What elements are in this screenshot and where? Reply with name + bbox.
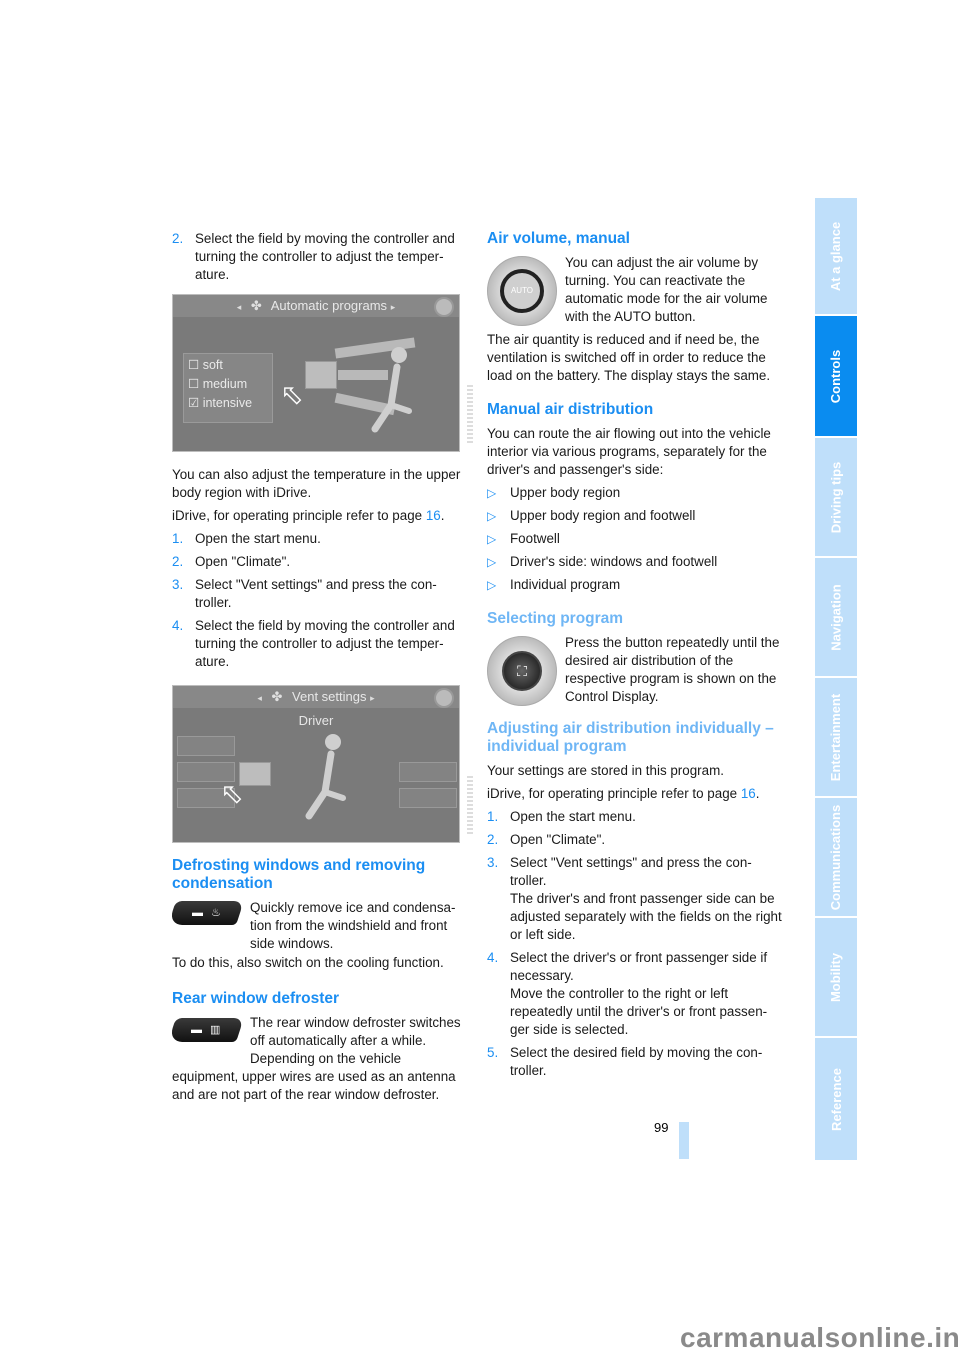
site-watermark: carmanualsonline.info [680, 1322, 960, 1353]
list-item: ▷ Upper body region [487, 485, 621, 500]
option-intensive: ☑ intensive [188, 396, 253, 410]
list-item: ▷ Driver's side: windows and footwell [487, 554, 718, 569]
right-arrow-icon: ▸ [390, 302, 396, 312]
page-marker [679, 1122, 689, 1159]
vent-settings-screenshot: ◂ ✤ Vent settings ▸ Driver ⇧ [172, 685, 473, 843]
paragraph: You can also adjust the temperature in t… [172, 467, 461, 500]
tab-driving-tips[interactable]: Driving tips [815, 438, 857, 556]
fan-icon: ✤ [271, 689, 283, 704]
tab-navigation[interactable]: Navigation [815, 558, 857, 676]
tab-at-a-glance[interactable]: At a glance [815, 198, 857, 314]
step-4: 4. Select the driver's or front passenger… [487, 950, 768, 1037]
selecting-program-section: ⛶ Press the button repeatedly until the … [487, 634, 782, 710]
right-arrow-icon: ▸ [370, 693, 375, 703]
step-5: 5. Select the desired field by moving the… [487, 1045, 763, 1078]
step-1: 1. Open the start menu. [487, 809, 636, 824]
step-1: 1. Open the start menu. [172, 531, 321, 546]
right-column: Air volume, manual AUTO You can adjust t… [487, 230, 782, 1085]
page-link[interactable]: 16 [426, 508, 441, 523]
step-number: 2. [172, 231, 184, 246]
air-volume-knob-icon: AUTO [487, 256, 557, 326]
step-2: 2. Select the field by moving the contro… [172, 230, 462, 284]
image-code [467, 776, 473, 836]
adjusting-heading: Adjusting air distribution individually … [487, 720, 774, 755]
rear-defrost-heading: Rear window defroster [172, 990, 340, 1007]
step-2: 2. Open "Climate". [487, 832, 606, 847]
fan-icon: ✤ [250, 298, 262, 313]
screen-subtitle: Driver [298, 713, 334, 728]
automatic-programs-screenshot: ◂ ✤ Automatic programs ▸ ☐ soft ☐ medium… [172, 294, 473, 452]
step-3: 3. Select "Vent settings" and press the c… [172, 577, 437, 610]
manual-distribution-heading: Manual air distribution [487, 401, 654, 418]
triangle-bullet-icon: ▷ [487, 486, 497, 500]
program-options: ☐ soft ☐ medium ☑ intensive [183, 353, 273, 423]
pointer-arrow-icon: ⇧ [273, 376, 312, 415]
triangle-bullet-icon: ▷ [487, 578, 497, 592]
seat-figure-icon [371, 347, 412, 433]
screen-title: Automatic programs [270, 298, 388, 313]
left-arrow-icon: ◂ [257, 693, 262, 703]
page-reference: iDrive, for operating principle refer to… [172, 508, 445, 523]
rear-defrost-section: ▬ ▥ The rear window defroster switches of… [168, 1014, 462, 1104]
tab-mobility[interactable]: Mobility [815, 918, 857, 1036]
tab-controls[interactable]: Controls [815, 316, 857, 436]
air-volume-text: You can adjust the air volume by turning… [565, 255, 768, 324]
temperature-field [305, 361, 337, 389]
option-medium: ☐ medium [188, 377, 248, 391]
selecting-program-heading: Selecting program [487, 610, 624, 627]
list-item: ▷ Upper body region and footwell [487, 508, 696, 523]
screen-header: ◂ ✤ Vent settings ▸ [173, 686, 459, 708]
screen-header: ◂ ✤ Automatic programs ▸ [173, 295, 459, 317]
step-3: 3. Select "Vent settings" and press the c… [487, 855, 782, 942]
tab-reference[interactable]: Reference [815, 1038, 857, 1160]
triangle-bullet-icon: ▷ [487, 555, 497, 569]
page-reference: iDrive, for operating principle refer to… [487, 786, 760, 801]
left-field-1 [177, 736, 235, 756]
seat-figure-icon [305, 734, 346, 820]
tab-communications[interactable]: Communications [815, 798, 857, 916]
right-field-1 [399, 762, 457, 782]
auto-button-icon: AUTO [500, 269, 544, 313]
right-field-2 [399, 788, 457, 808]
list-item: ▷ Individual program [487, 577, 621, 592]
rear-window-defrost-button-icon: ▬ ▥ [168, 1018, 244, 1042]
left-arrow-icon: ◂ [236, 302, 242, 312]
manual-distribution-text: You can route the air flowing out into t… [487, 426, 771, 477]
defrost-note: To do this, also switch on the cooling f… [172, 955, 444, 970]
air-distribution-knob-icon: ⛶ [487, 636, 557, 706]
air-volume-heading: Air volume, manual [487, 230, 630, 247]
controller-icon [434, 297, 454, 317]
step-4: 4. Select the field by moving the control… [172, 618, 455, 669]
windshield-defrost-button-icon: ▬ ♨ [168, 901, 244, 925]
page-link[interactable]: 16 [741, 786, 756, 801]
air-volume-section: AUTO You can adjust the air volume by tu… [487, 254, 782, 326]
air-distribution-button-icon: ⛶ [502, 651, 542, 691]
tab-entertainment[interactable]: Entertainment [815, 678, 857, 796]
selecting-program-text: Press the button repeatedly until the de… [565, 635, 780, 704]
air-volume-note: The air quantity is reduced and if need … [487, 332, 771, 383]
list-item: ▷ Footwell [487, 531, 560, 546]
page-number: 99 [654, 1120, 669, 1135]
screen-title: Vent settings [292, 689, 367, 704]
left-column: 2. Select the field by moving the contro… [168, 230, 473, 1109]
temperature-field [239, 762, 271, 786]
triangle-bullet-icon: ▷ [487, 532, 497, 546]
defrost-text: Quickly remove ice and condensa-tion fro… [250, 900, 456, 951]
defrost-section: ▬ ♨ Quickly remove ice and condensa-tion … [168, 899, 462, 953]
image-code [467, 385, 473, 445]
defrost-heading: Defrosting windows and removing condensa… [172, 857, 426, 892]
triangle-bullet-icon: ▷ [487, 509, 497, 523]
adjusting-para1: Your settings are stored in this program… [487, 763, 724, 778]
controller-icon [434, 688, 454, 708]
option-soft: ☐ soft [188, 358, 223, 372]
step-2b: 2. Open "Climate". [172, 554, 291, 569]
step-text: Select the field by moving the controlle… [195, 231, 455, 282]
